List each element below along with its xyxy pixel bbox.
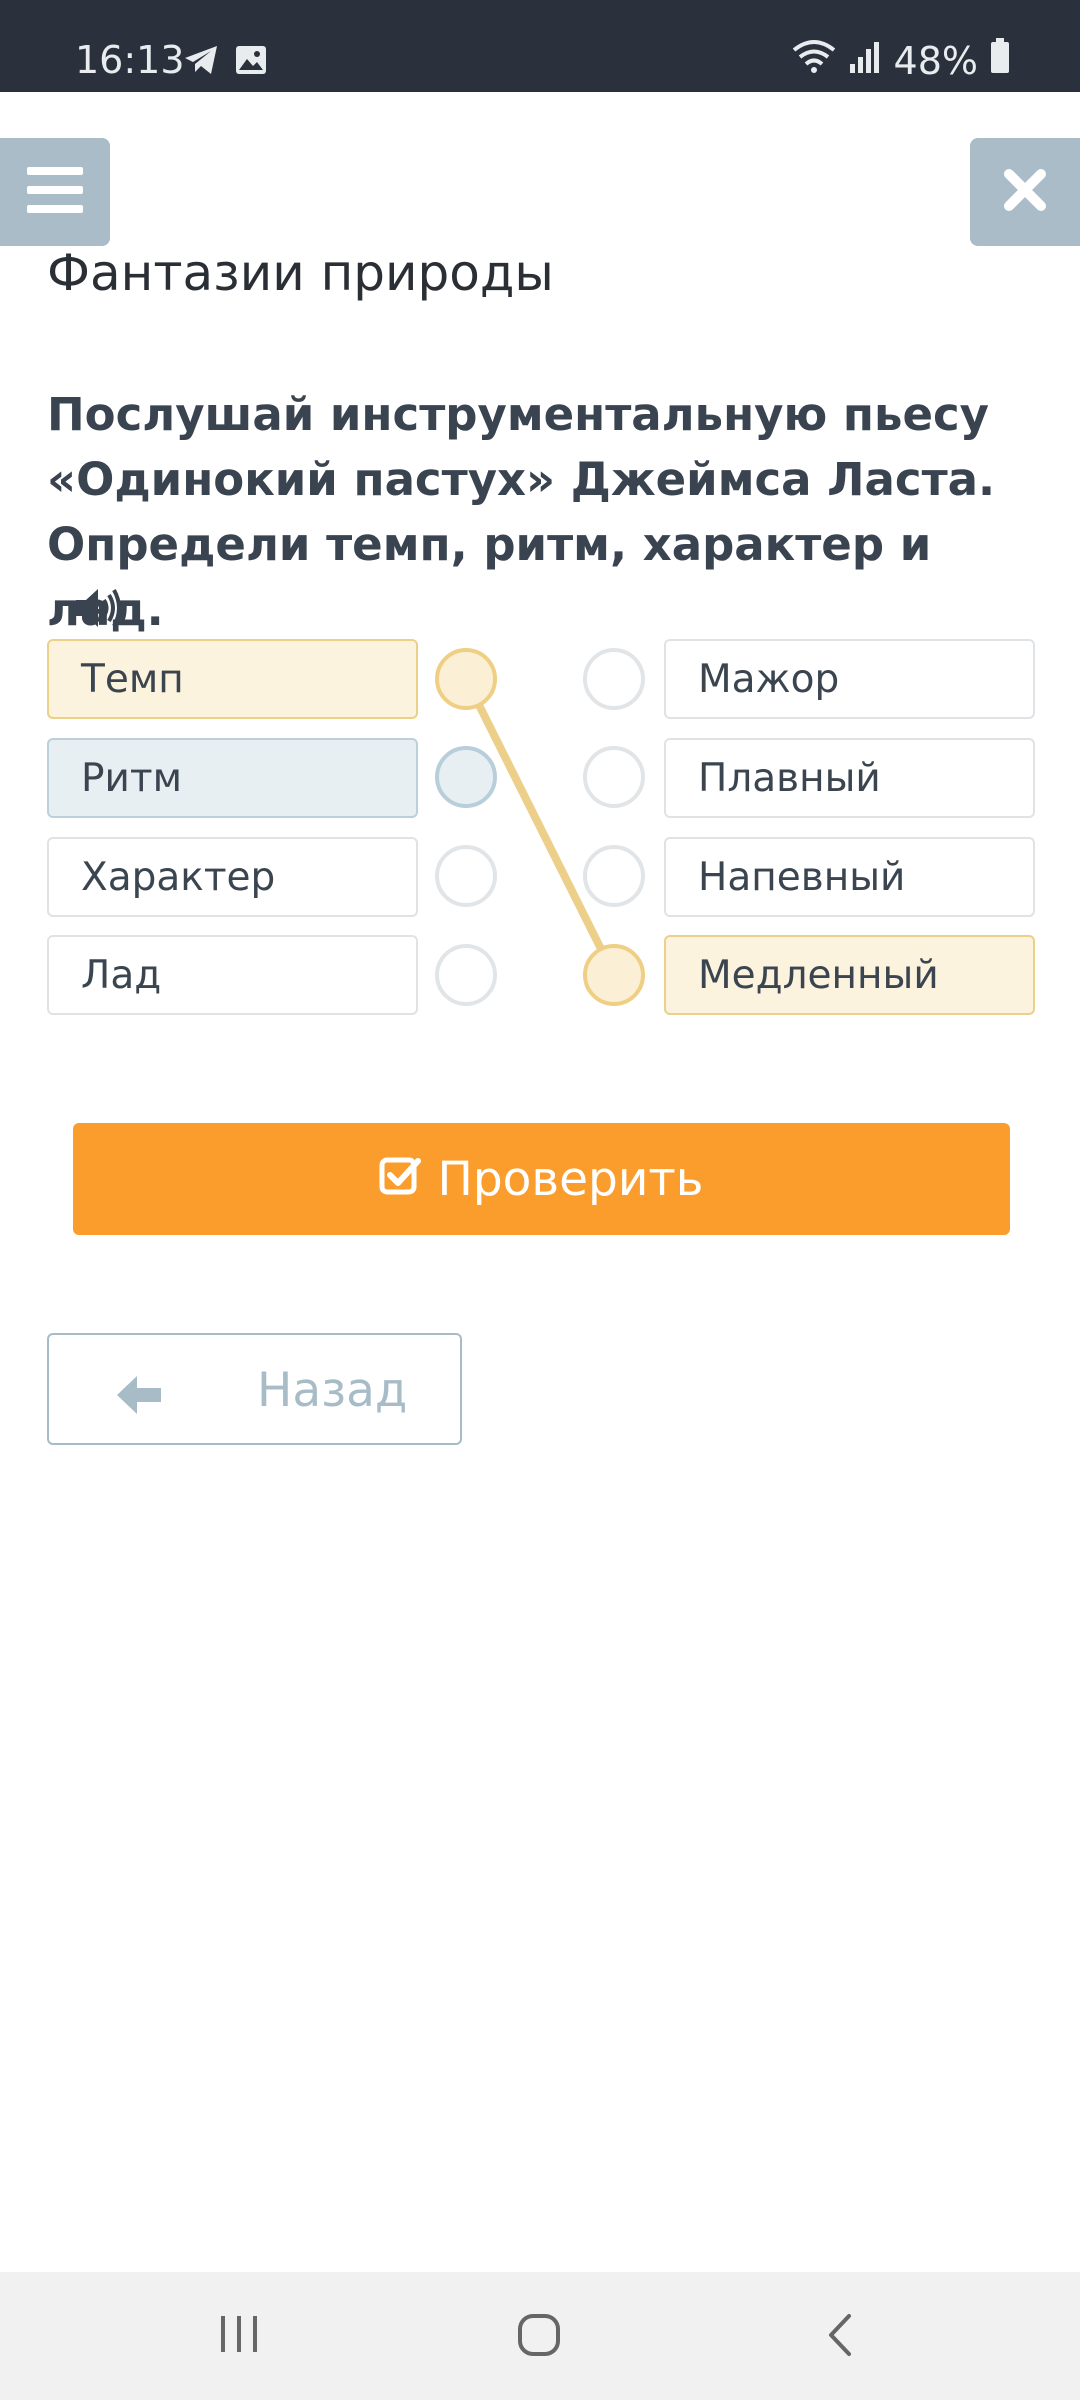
right-item-label: Напевный <box>698 854 906 900</box>
gallery-icon <box>234 44 268 81</box>
question-text: Послушай инструментальную пьесу «Одиноки… <box>47 388 996 636</box>
right-item-melodic[interactable]: Напевный <box>664 837 1035 917</box>
left-dot-character[interactable] <box>435 845 497 907</box>
telegram-icon <box>183 44 219 81</box>
right-dot-slow[interactable] <box>583 944 645 1006</box>
status-time: 16:13 <box>75 38 185 82</box>
back-nav-icon[interactable] <box>825 2312 855 2363</box>
left-item-label: Ритм <box>81 755 183 801</box>
right-item-label: Медленный <box>698 952 939 998</box>
right-item-major[interactable]: Мажор <box>664 639 1035 719</box>
left-item-mode[interactable]: Лад <box>47 935 418 1015</box>
checkbox-icon <box>379 1152 422 1207</box>
close-icon <box>1003 168 1047 217</box>
left-dot-mode[interactable] <box>435 944 497 1006</box>
home-icon[interactable] <box>516 2312 562 2363</box>
right-item-label: Плавный <box>698 755 881 801</box>
check-button-label: Проверить <box>437 1151 704 1207</box>
status-right-group: 48% <box>792 38 1010 83</box>
right-dot-smooth[interactable] <box>583 746 645 808</box>
recent-apps-icon[interactable] <box>217 2312 261 2361</box>
check-button[interactable]: Проверить <box>73 1123 1010 1235</box>
status-bar: 16:13 48% <box>0 0 1080 92</box>
left-item-label: Темп <box>81 656 184 702</box>
left-item-rhythm[interactable]: Ритм <box>47 738 418 818</box>
battery-icon <box>990 38 1010 83</box>
battery-level: 48% <box>893 38 978 83</box>
wifi-icon <box>792 38 836 83</box>
menu-button[interactable] <box>0 138 110 246</box>
left-item-tempo[interactable]: Темп <box>47 639 418 719</box>
right-dot-major[interactable] <box>583 648 645 710</box>
signal-icon <box>848 39 882 83</box>
speaker-icon[interactable] <box>74 586 124 630</box>
system-nav-bar <box>0 2272 1080 2400</box>
right-dot-melodic[interactable] <box>583 845 645 907</box>
left-dot-rhythm[interactable] <box>435 746 497 808</box>
right-item-slow[interactable]: Медленный <box>664 935 1035 1015</box>
menu-icon <box>27 166 83 218</box>
left-dot-tempo[interactable] <box>435 648 497 710</box>
arrow-left-icon <box>117 1371 163 1426</box>
right-item-smooth[interactable]: Плавный <box>664 738 1035 818</box>
back-button[interactable]: Назад <box>47 1333 462 1445</box>
back-button-label: Назад <box>257 1363 408 1418</box>
right-item-label: Мажор <box>698 656 840 702</box>
close-button[interactable] <box>970 138 1080 246</box>
page-title: Фантазии природы <box>47 244 554 302</box>
left-item-character[interactable]: Характер <box>47 837 418 917</box>
left-item-label: Характер <box>81 854 276 900</box>
left-item-label: Лад <box>81 952 162 998</box>
